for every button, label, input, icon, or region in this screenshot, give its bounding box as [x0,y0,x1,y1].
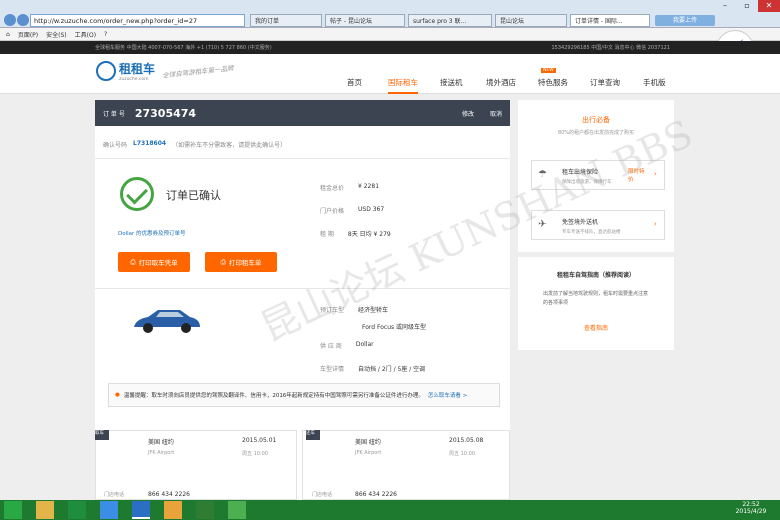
help-icon[interactable]: ? [104,31,107,38]
file-explorer-icon[interactable] [36,501,54,519]
notice-link[interactable]: 怎么取车请看 > [428,391,467,399]
print-voucher-button[interactable]: ⎙ 打印取车凭单 [118,252,190,272]
back-button[interactable] [4,14,16,26]
tab-2[interactable]: 帖子 - 昆山论坛 [325,14,405,27]
ie-icon[interactable] [132,501,150,519]
location-icon: ● [115,392,120,398]
menu-page[interactable]: 页面(P) [18,30,38,39]
divider [95,158,510,159]
site-top-strip: 全球租车服务 中国大陆 4007-070-567 海外 +1 (710) 5 7… [0,41,780,54]
chevron-right-icon: › [654,220,657,228]
printer-icon: ⎙ [220,257,226,266]
menu-tools[interactable]: 工具(O) [75,30,96,39]
app-icon[interactable] [196,501,214,519]
order-number: 27305474 [134,106,197,120]
check-icon [120,177,154,211]
dollar-note-link[interactable]: Dollar 的优惠券及预订单号 [118,229,186,237]
dropoff-tag: 还车 [306,430,320,440]
command-bar: ⌂ 页面(P) 安全(S) 工具(O) ? [0,28,780,41]
address-bar[interactable]: http://w.zuzuche.com/order_new.php?order… [30,14,245,27]
tab-active[interactable]: 订单详情 - 国际... [570,14,650,27]
tab-1[interactable]: 我的订单 [250,14,322,27]
system-clock[interactable]: 22:52 2015/4/29 [728,501,774,515]
notice-box: ● 温馨提醒：取车时须向店员提供您的驾照及翻译件、信用卡，2016年起新规定持有… [108,383,500,407]
modify-link[interactable]: 修改 [462,109,474,118]
logo-icon [96,61,116,81]
printer-icon: ⎙ [130,257,136,266]
close-button[interactable]: ✕ [758,0,780,12]
tab-3[interactable]: surface pro 3 联... [408,14,492,27]
print-car-button[interactable]: ⎙ 打印租车单 [205,252,277,272]
nav-orders[interactable]: 订单查询 [590,77,620,88]
site-logo[interactable]: 租租车 zuzuche.com [96,60,155,82]
home-icon[interactable]: ⌂ [6,31,10,38]
dropoff-phone: 866 434 2226 [355,491,397,498]
window-controls: – ▫ ✕ [714,0,780,12]
nav-home[interactable]: 首页 [347,77,362,88]
cancel-link[interactable]: 取消 [490,109,502,118]
confirm-row: 确认号码 L7318604 （如需补车不分需致客，请提供此确认号） [103,140,287,149]
car-image [130,305,202,335]
app-icon[interactable] [164,501,182,519]
minimize-button[interactable]: – [714,0,736,12]
guide-link[interactable]: 查看指南 [518,323,674,332]
pickup-phone: 866 434 2226 [148,491,190,498]
nav-mobile[interactable]: 手机版 [643,77,666,88]
pickup-tag: 取车 [95,430,109,440]
upload-float-button[interactable]: 我要上传 [655,15,715,26]
nav-hotel[interactable]: 境外酒店 [486,77,516,88]
excel-icon[interactable] [68,501,86,519]
rental-info: 租金总价 ¥ 2281 门户价格 USD 367 租 期 8天 日均 ¥ 279 [320,183,391,238]
order-status: 订单已确认 [166,189,221,202]
nav-special[interactable]: 特色服务 [538,77,568,88]
nav-airport[interactable]: 接送机 [440,77,463,88]
nav-new-badge: NEW [541,68,556,73]
order-header: 订 单 号 27305474 修改 取消 [95,100,510,126]
nav-intl-rental[interactable]: 国际租车 [388,77,418,94]
media-icon[interactable] [228,501,246,519]
maximize-button[interactable]: ▫ [736,0,758,12]
app-icon[interactable] [100,501,118,519]
windows-start-icon[interactable] [4,501,22,519]
tab-4[interactable]: 昆山论坛 [495,14,567,27]
menu-safety[interactable]: 安全(S) [46,30,67,39]
forward-button[interactable] [17,14,29,26]
